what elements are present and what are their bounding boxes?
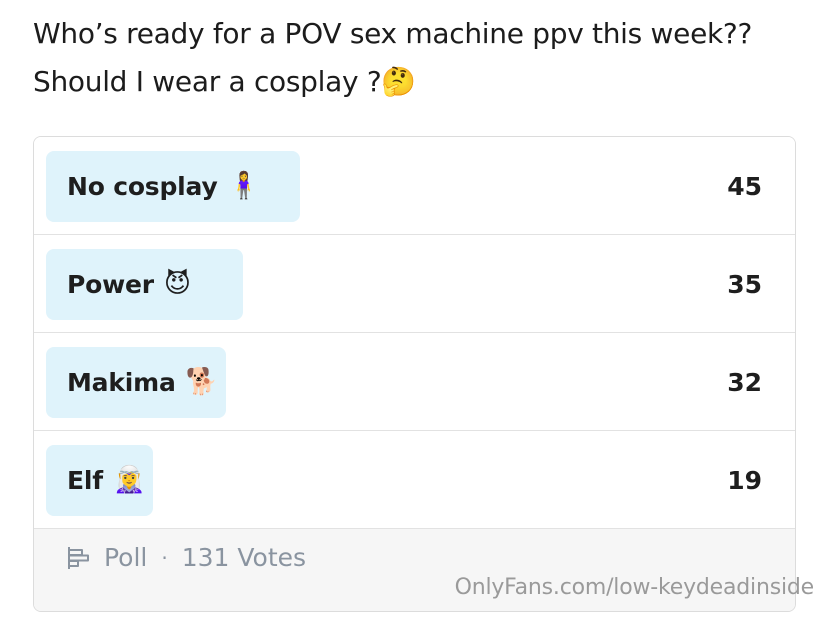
poll-option-text: Elf bbox=[67, 465, 103, 495]
poll-option-makima[interactable]: Makima 🐕 32 bbox=[34, 333, 795, 431]
poll-option-power[interactable]: Power 😈 35 bbox=[34, 235, 795, 333]
post-text: Who’s ready for a POV sex machine ppv th… bbox=[33, 10, 813, 106]
poll-option-text: Makima bbox=[67, 367, 176, 397]
post-text-line-1: Who’s ready for a POV sex machine ppv th… bbox=[33, 17, 753, 50]
poll-option-no-cosplay[interactable]: No cosplay 🧍‍♀️ 45 bbox=[34, 137, 795, 235]
post-text-line-2-text: Should I wear a cosplay ? bbox=[33, 65, 382, 98]
separator-dot: · bbox=[161, 545, 168, 570]
poll-option-elf[interactable]: Elf 🧝‍♀️ 19 bbox=[34, 431, 795, 529]
poll-icon bbox=[68, 546, 89, 569]
poll-option-text: No cosplay bbox=[67, 171, 218, 201]
poll-type-label: Poll bbox=[104, 543, 148, 572]
poll-option-label: Elf 🧝‍♀️ bbox=[67, 431, 145, 529]
smiling-devil-emoji-icon: 😈 bbox=[163, 269, 191, 299]
poll-card: No cosplay 🧍‍♀️ 45 Power 😈 35 Makima 🐕 3… bbox=[33, 136, 796, 612]
poll-option-label: No cosplay 🧍‍♀️ bbox=[67, 137, 260, 235]
poll-total-votes: 131 Votes bbox=[181, 543, 307, 572]
poll-option-vote-count: 32 bbox=[727, 367, 762, 397]
poll-option-label: Makima 🐕 bbox=[67, 333, 218, 431]
poll-option-vote-count: 19 bbox=[727, 465, 762, 495]
poll-option-vote-count: 35 bbox=[727, 269, 762, 299]
standing-woman-emoji-icon: 🧍‍♀️ bbox=[227, 171, 260, 201]
poll-footer-info: Poll · 131 Votes bbox=[66, 543, 306, 572]
post-text-line-2: Should I wear a cosplay ?🤔 bbox=[33, 58, 813, 106]
poll-option-text: Power bbox=[67, 269, 154, 299]
poll-option-label: Power 😈 bbox=[67, 235, 191, 333]
dog-emoji-icon: 🐕 bbox=[185, 367, 218, 397]
elf-emoji-icon: 🧝‍♀️ bbox=[112, 465, 146, 495]
watermark: OnlyFans.com/low-keydeadinside bbox=[454, 575, 815, 600]
poll-option-vote-count: 45 bbox=[727, 171, 762, 201]
thinking-face-emoji-icon: 🤔 bbox=[381, 65, 416, 98]
